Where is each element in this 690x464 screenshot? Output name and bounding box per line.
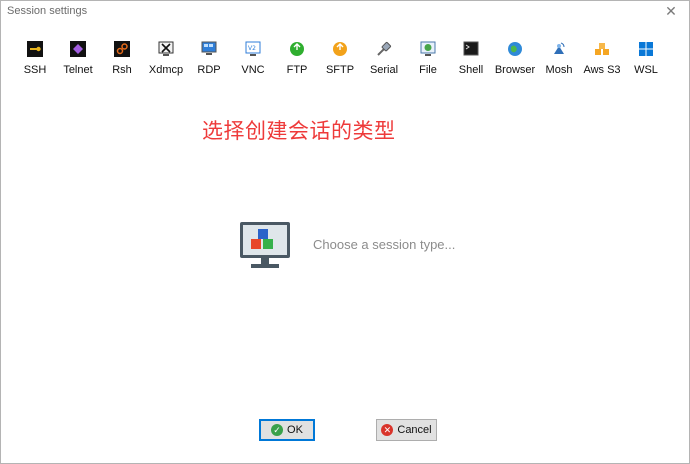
tool-label: WSL	[634, 64, 658, 76]
vnc-icon: V2	[245, 41, 261, 56]
rsh-icon	[114, 41, 130, 57]
browser-icon	[508, 42, 522, 56]
ok-button[interactable]: ✓ OK	[259, 419, 315, 441]
choose-session-hint: Choose a session type...	[313, 237, 456, 252]
wsl-icon	[639, 42, 653, 56]
telnet-icon	[70, 41, 86, 57]
tool-wsl[interactable]: WSL	[624, 39, 668, 79]
session-settings-dialog: Session settings ✕ SSH Telnet Rsh Xdmcp …	[0, 0, 690, 464]
rdp-icon	[201, 41, 217, 55]
xdmcp-icon	[158, 41, 174, 56]
cancel-button[interactable]: ✕ Cancel	[376, 419, 437, 441]
cancel-label: Cancel	[397, 424, 432, 436]
title-bar: Session settings ✕	[1, 1, 689, 22]
ok-label: OK	[287, 424, 303, 436]
shell-icon	[463, 41, 479, 56]
close-icon: ✕	[665, 2, 677, 19]
sftp-icon	[333, 42, 347, 56]
aws-s3-icon	[595, 43, 609, 55]
cancel-x-icon: ✕	[381, 424, 394, 436]
mosh-icon	[554, 42, 565, 54]
monitor-cubes-icon	[240, 222, 290, 268]
serial-icon	[377, 41, 392, 56]
svg-text:V2: V2	[248, 45, 256, 52]
file-icon	[420, 41, 436, 56]
ssh-key-icon	[27, 41, 43, 57]
window-title: Session settings	[7, 5, 88, 17]
ftp-icon	[290, 42, 304, 56]
close-button[interactable]: ✕	[657, 1, 685, 21]
check-icon: ✓	[271, 424, 284, 436]
session-type-heading: 选择创建会话的类型	[202, 119, 396, 143]
